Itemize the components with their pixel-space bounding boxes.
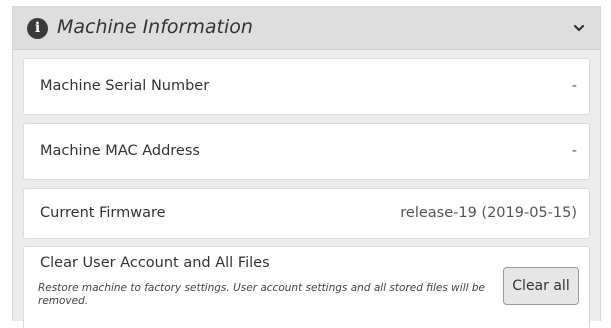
firmware-label: Current Firmware <box>40 205 166 221</box>
mac-address-row: Machine MAC Address - <box>23 123 590 180</box>
clear-account-title: Clear User Account and All Files <box>40 255 270 271</box>
clear-account-row: Clear User Account and All Files Restore… <box>23 246 590 328</box>
serial-number-value: - <box>571 78 577 94</box>
firmware-row: Current Firmware release-19 (2019-05-15) <box>23 188 590 239</box>
mac-address-label: Machine MAC Address <box>40 143 200 159</box>
machine-information-panel: i Machine Information Machine Serial Num… <box>12 6 601 328</box>
firmware-value: release-19 (2019-05-15) <box>400 205 577 221</box>
info-circle-icon: i <box>27 18 48 39</box>
serial-number-label: Machine Serial Number <box>40 78 210 94</box>
serial-number-row: Machine Serial Number - <box>23 58 590 115</box>
panel-title: Machine Information <box>57 16 253 38</box>
clear-account-description: Restore machine to factory settings. Use… <box>38 282 485 307</box>
mac-address-value: - <box>571 143 577 159</box>
machine-information-header[interactable]: i Machine Information <box>13 7 600 50</box>
clear-all-button[interactable]: Clear all <box>503 267 579 305</box>
chevron-down-icon[interactable] <box>572 21 586 35</box>
